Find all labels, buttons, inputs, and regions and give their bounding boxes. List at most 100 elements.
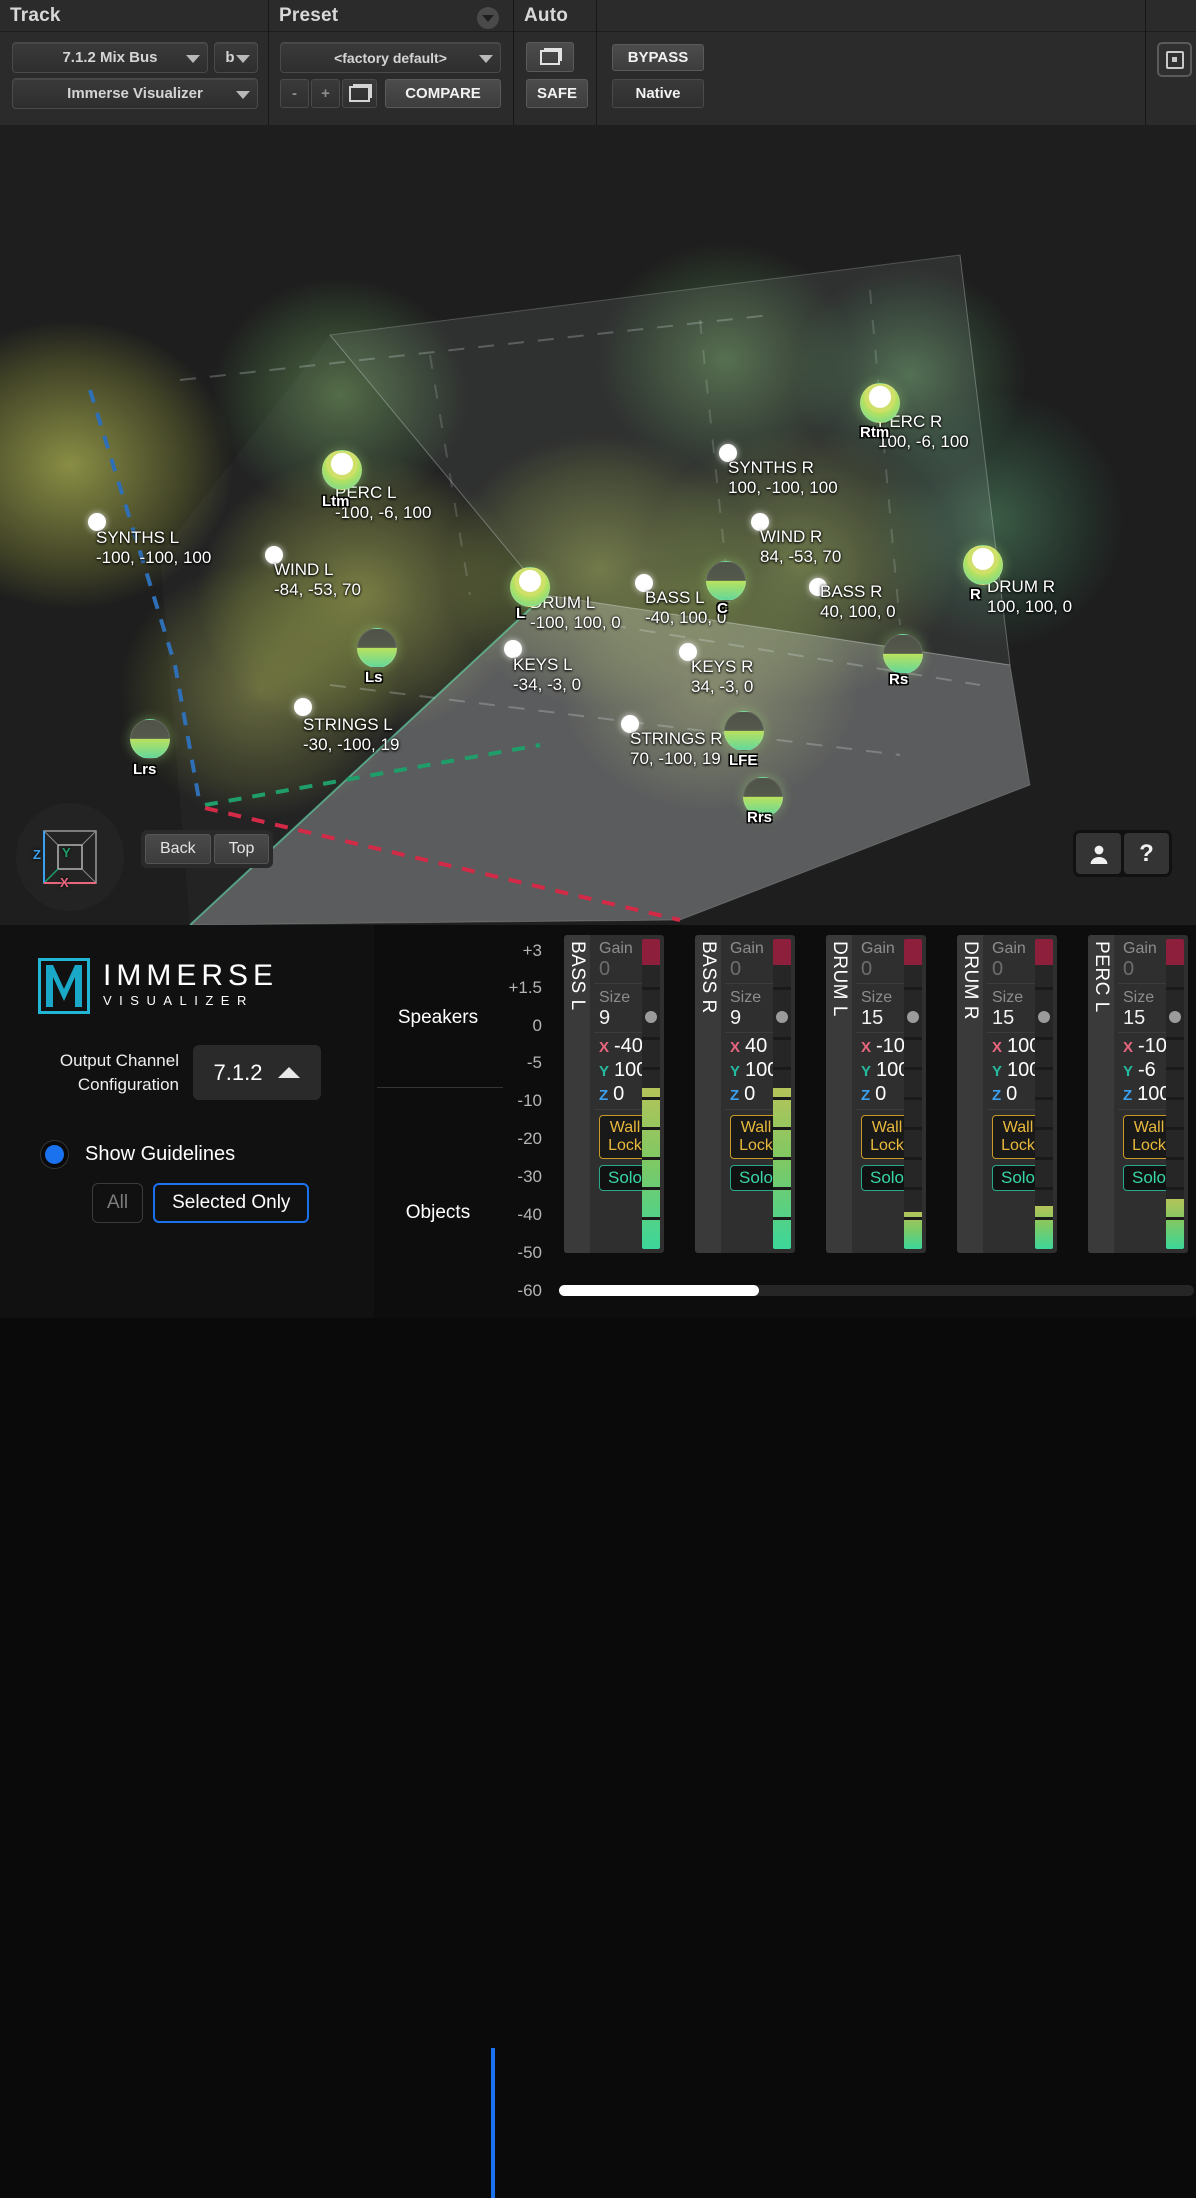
meter-fader-knob[interactable] [645,1011,657,1023]
output-channel-select[interactable]: 7.1.2 [193,1045,321,1100]
corner-buttons: ? [1073,830,1172,877]
axis-label-z: Z [992,1087,1001,1104]
meter-fader-knob[interactable] [776,1011,788,1023]
object-point[interactable] [719,444,737,462]
object-point[interactable] [679,643,697,661]
object-point[interactable] [751,513,769,531]
automation-icon-button[interactable] [526,42,574,72]
horizontal-scrollbar[interactable] [559,1285,1194,1296]
speaker-label: R [970,586,981,603]
object-label: SYNTHS L-100, -100, 100 [96,528,211,568]
speaker-rtm[interactable] [860,383,900,423]
output-channel-configuration: Output Channel Configuration 7.1.2 [44,1045,334,1100]
safe-button[interactable]: SAFE [526,79,588,108]
axis-label-y: Y [730,1063,740,1080]
channel-strip[interactable]: DRUM LGain0Size15X-100Y100Z0WallLockSolo [826,935,926,1253]
track-select[interactable]: 7.1.2 Mix Bus [12,42,208,73]
object-point[interactable] [809,578,827,596]
preset-prev-button[interactable]: - [280,79,309,108]
help-icon[interactable]: ? [1124,833,1169,874]
object-point[interactable] [504,640,522,658]
window-target-icon[interactable] [1157,42,1192,77]
axis-label-x: X [992,1039,1002,1056]
speaker-r[interactable] [963,545,1003,585]
speaker-c[interactable] [706,561,746,601]
level-meter[interactable] [773,939,791,1249]
native-button[interactable]: Native [612,79,704,108]
plugin-select[interactable]: Immerse Visualizer [12,78,258,109]
compare-button[interactable]: COMPARE [385,79,501,108]
scrollbar-thumb[interactable] [559,1285,759,1296]
view-top-button[interactable]: Top [214,834,270,864]
preset-select[interactable]: <factory default> [280,42,501,73]
meter-clip-indicator [773,939,791,965]
preset-next-button[interactable]: + [311,79,340,108]
meter-fader-knob[interactable] [907,1011,919,1023]
bypass-button[interactable]: BYPASS [612,44,704,71]
speaker-ltm[interactable] [322,450,362,490]
object-coords: 84, -53, 70 [760,547,841,567]
y-value: -6 [1138,1059,1156,1081]
guideline-mode-selected-only[interactable]: Selected Only [153,1183,309,1223]
user-icon[interactable] [1076,833,1121,874]
output-channel-value: 7.1.2 [214,1060,263,1086]
channel-strip[interactable]: PERC LGain0Size15X-100Y-6Z100WallLockSol… [1088,935,1188,1253]
object-label: WIND R84, -53, 70 [760,527,841,567]
speaker-lrs[interactable] [130,719,170,759]
channel-strip[interactable]: DRUM RGain0Size15X100Y100Z0WallLockSolo [957,935,1057,1253]
speaker-label: LFE [729,752,757,769]
object-point[interactable] [88,513,106,531]
object-point[interactable] [621,715,639,733]
level-meter[interactable] [904,939,922,1249]
room-3d-view[interactable]: SYNTHS L-100, -100, 100PERC L-100, -6, 1… [0,125,1196,925]
level-meter[interactable] [1035,939,1053,1249]
axis-label-x: X [1123,1039,1133,1056]
preset-section: Preset <factory default> - + COMPARE [269,0,513,125]
guideline-x-axis [205,808,680,920]
object-coords: -84, -53, 70 [274,580,361,600]
show-guidelines-toggle[interactable] [40,1140,69,1169]
object-label: STRINGS L-30, -100, 19 [303,715,399,755]
track-channel-select[interactable]: b [214,42,258,73]
speaker-lfe[interactable] [724,711,764,751]
x-value: 40 [745,1035,767,1057]
object-coords: 100, -6, 100 [878,432,969,452]
speaker-l[interactable] [510,567,550,607]
immerse-visualizer-window: Track 7.1.2 Mix Bus b Immerse Visualizer… [0,0,1196,1318]
object-point[interactable] [635,574,653,592]
level-meter[interactable] [1166,939,1184,1249]
axis-label-x: X [861,1039,871,1056]
z-value: 0 [875,1083,886,1105]
view-preset-buttons: Back Top [141,830,273,868]
level-meter[interactable] [642,939,660,1249]
axis-label-z: Z [730,1087,739,1104]
axis-label-y: Y [599,1063,609,1080]
object-point[interactable] [294,698,312,716]
axis-label-z: Z [599,1087,608,1104]
object-coords: -100, 100, 0 [530,613,621,633]
preset-save-icon[interactable] [342,79,377,108]
speaker-rs[interactable] [883,634,923,674]
channel-strip[interactable]: BASS LGain0Size9X-40Y100Z0WallLockSolo [564,935,664,1253]
speaker-rrs[interactable] [743,777,783,817]
view-back-button[interactable]: Back [145,834,211,864]
axis-label-y: Y [861,1063,871,1080]
strip-name-bar: BASS R [695,935,721,1253]
object-name: DRUM R [987,577,1072,597]
chevron-down-icon [479,55,493,63]
chevron-down-circle-icon[interactable] [477,7,499,29]
logo-line-1: IMMERSE [103,961,278,991]
meter-fader-knob[interactable] [1038,1011,1050,1023]
object-point[interactable] [265,546,283,564]
preset-section-title: Preset [269,0,513,27]
speaker-ls[interactable] [357,628,397,668]
guideline-mode-all[interactable]: All [92,1183,143,1223]
channel-strip[interactable]: BASS RGain0Size9X40Y100Z0WallLockSolo [695,935,795,1253]
guidelines [0,125,1196,925]
immerse-logo: IMMERSE VISUALIZER [38,958,278,1014]
scale-tick-label: -60 [517,1281,542,1301]
strip-name: DRUM L [828,935,850,1251]
speaker-label: Rtm [860,424,889,441]
orientation-cube-icon[interactable]: Z Y X [16,803,124,911]
meter-fader-knob[interactable] [1169,1011,1181,1023]
